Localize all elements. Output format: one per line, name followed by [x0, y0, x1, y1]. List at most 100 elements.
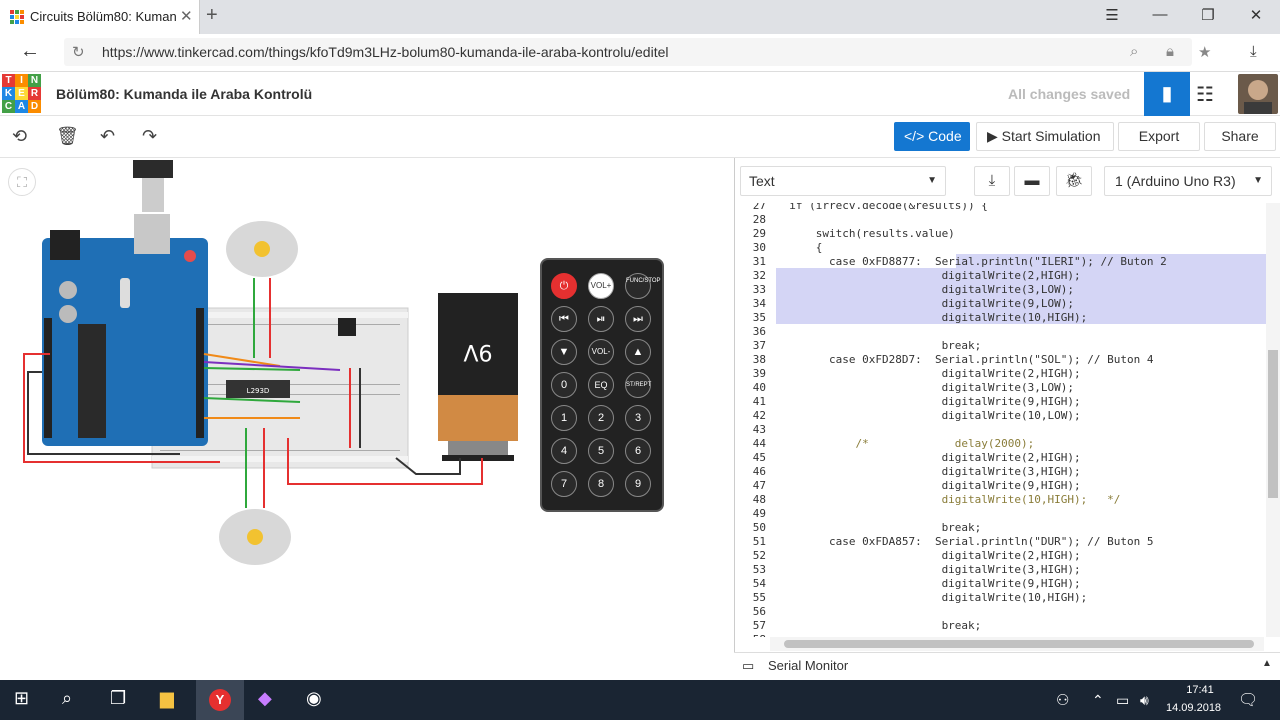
remote-3-button[interactable]: 3 [625, 405, 651, 431]
line-number: 49 [752, 507, 766, 520]
code-button[interactable]: </> Code [894, 122, 970, 151]
restore-icon[interactable]: ❐ [1198, 6, 1218, 24]
lock-icon[interactable]: 🔒︎ [1166, 43, 1174, 60]
notifications-icon[interactable]: 🗨︎ [1238, 690, 1258, 710]
task-view-icon[interactable]: ❐ [110, 688, 126, 709]
file-explorer-icon[interactable]: ▆ [160, 688, 174, 709]
clock-time[interactable]: 17:41 [1180, 684, 1220, 696]
remote-0-button[interactable]: 0 [551, 372, 577, 398]
delete-icon[interactable]: 🗑︎ [56, 126, 79, 147]
line-number: 53 [752, 563, 766, 576]
tab-title: Circuits Bölüm80: Kumanda [30, 9, 176, 24]
line-number: 51 [752, 535, 766, 548]
url-text[interactable]: https://www.tinkercad.com/things/kfoTd9m… [102, 44, 668, 60]
circuit-view-button[interactable]: ▮ [1144, 72, 1190, 116]
obs-icon[interactable]: ◉ [306, 688, 322, 709]
remote-vol-up-button[interactable]: VOL+ [588, 273, 614, 299]
code-line: switch(results.value) [776, 227, 955, 240]
chevron-down-icon: ▼ [1253, 175, 1263, 186]
remote-down-button[interactable]: ▼ [551, 339, 577, 365]
horizontal-scroll-thumb[interactable] [784, 640, 1254, 648]
code-mode-select[interactable]: Text ▼ [740, 166, 946, 196]
browser-tab[interactable]: Circuits Bölüm80: Kumanda ✕ [0, 0, 200, 34]
avatar[interactable] [1238, 74, 1278, 114]
search-icon[interactable]: ⌕ [1130, 43, 1138, 60]
ir-remote[interactable]: ⏻ VOL+ FUNC/STOP ⏮ ⏯ ⏭ ▼ VOL- ▲ 0 EQ ST/… [540, 258, 664, 512]
code-line: digitalWrite(3,HIGH); [776, 563, 1081, 576]
minimize-icon[interactable]: — [1150, 6, 1170, 23]
code-editor[interactable]: 27 if (irrecv.decode(&results)) {28 29 sw… [736, 203, 1266, 637]
new-tab-icon[interactable]: + [206, 4, 218, 27]
tab-close-icon[interactable]: ✕ [180, 7, 193, 25]
remote-5-button[interactable]: 5 [588, 438, 614, 464]
line-number: 58 [736, 633, 766, 637]
start-simulation-button[interactable]: ▶ Start Simulation [976, 122, 1114, 151]
code-line: { [776, 241, 823, 254]
browser-menu-icon[interactable]: ☰ [1102, 6, 1122, 24]
remote-next-button[interactable]: ⏭ [625, 306, 651, 332]
line-number: 52 [752, 549, 766, 562]
code-line: digitalWrite(9,HIGH); [776, 479, 1081, 492]
windows-taskbar [0, 680, 1280, 720]
volume-icon[interactable]: 🔊︎ [1140, 692, 1149, 709]
remote-vol-down-button[interactable]: VOL- [588, 339, 614, 365]
libraries-icon[interactable]: ▬ [1014, 166, 1050, 196]
project-title[interactable]: Bölüm80: Kumanda ile Araba Kontrolü [56, 86, 312, 102]
windows-start-icon[interactable]: ⊞ [14, 688, 29, 709]
close-window-icon[interactable]: ✕ [1246, 6, 1266, 24]
download-code-icon[interactable]: ⤓ [974, 166, 1010, 196]
network-icon[interactable]: ▭ [1116, 692, 1129, 709]
export-button[interactable]: Export [1118, 122, 1200, 151]
remote-prev-button[interactable]: ⏮ [551, 306, 577, 332]
line-number: 55 [752, 591, 766, 604]
rotate-icon[interactable]: ⟲ [12, 126, 27, 147]
tinkercad-favicon-icon [10, 10, 24, 24]
vertical-scroll-thumb[interactable] [1268, 350, 1278, 498]
line-number: 45 [752, 451, 766, 464]
remote-func-stop-button[interactable]: FUNC/STOP [625, 273, 661, 299]
remote-power-button[interactable]: ⏻ [551, 273, 577, 299]
line-number: 34 [752, 297, 766, 310]
code-line: case 0xFD28D7: Serial.println("SOL"); //… [776, 353, 1154, 366]
code-line: digitalWrite(3,LOW); [776, 381, 1075, 394]
remote-7-button[interactable]: 7 [551, 471, 577, 497]
yandex-browser-taskbar-item[interactable]: Y [196, 680, 244, 720]
code-line: digitalWrite(10,HIGH); [776, 311, 1088, 324]
line-number: 32 [752, 269, 766, 282]
remote-play-pause-button[interactable]: ⏯ [588, 306, 614, 332]
component-list-icon[interactable]: ☷ [1196, 82, 1214, 107]
code-line: digitalWrite(2,HIGH); [776, 451, 1081, 464]
board-select[interactable]: 1 (Arduino Uno R3) ▼ [1104, 166, 1272, 196]
download-icon[interactable]: ⤓ [1250, 43, 1257, 60]
remote-eq-button[interactable]: EQ [588, 372, 614, 398]
line-number: 46 [752, 465, 766, 478]
debugger-bug-icon[interactable]: 🐞︎ [1056, 166, 1092, 196]
reload-icon[interactable]: ↻ [72, 43, 85, 61]
code-line: case 0xFDA857: Serial.println("DUR"); //… [776, 535, 1154, 548]
code-line: break; [776, 339, 982, 352]
remote-9-button[interactable]: 9 [625, 471, 651, 497]
remote-6-button[interactable]: 6 [625, 438, 651, 464]
line-number: 50 [752, 521, 766, 534]
chevron-down-icon: ▼ [927, 175, 937, 186]
paint3d-icon[interactable]: ◆ [258, 688, 272, 709]
line-number: 29 [752, 227, 766, 240]
tray-chevron-icon[interactable]: ⌃ [1092, 692, 1104, 709]
remote-st-rept-button[interactable]: ST/REPT [625, 372, 651, 398]
remote-2-button[interactable]: 2 [588, 405, 614, 431]
remote-8-button[interactable]: 8 [588, 471, 614, 497]
people-icon[interactable]: ⚇ [1056, 691, 1069, 709]
remote-up-button[interactable]: ▲ [625, 339, 651, 365]
remote-4-button[interactable]: 4 [551, 438, 577, 464]
tinkercad-logo[interactable]: T I N K E R C A D [2, 74, 42, 114]
star-icon[interactable]: ★ [1198, 43, 1211, 61]
chevron-up-icon[interactable]: ▲ [1262, 658, 1272, 669]
remote-1-button[interactable]: 1 [551, 405, 577, 431]
undo-icon[interactable]: ↶ [100, 126, 115, 147]
redo-icon[interactable]: ↷ [142, 126, 157, 147]
share-button[interactable]: Share [1204, 122, 1276, 151]
search-icon[interactable]: ⌕ [62, 688, 72, 709]
back-arrow-icon[interactable]: ← [20, 40, 40, 63]
serial-monitor-label[interactable]: Serial Monitor [768, 658, 848, 673]
clock-date[interactable]: 14.09.2018 [1166, 702, 1221, 714]
